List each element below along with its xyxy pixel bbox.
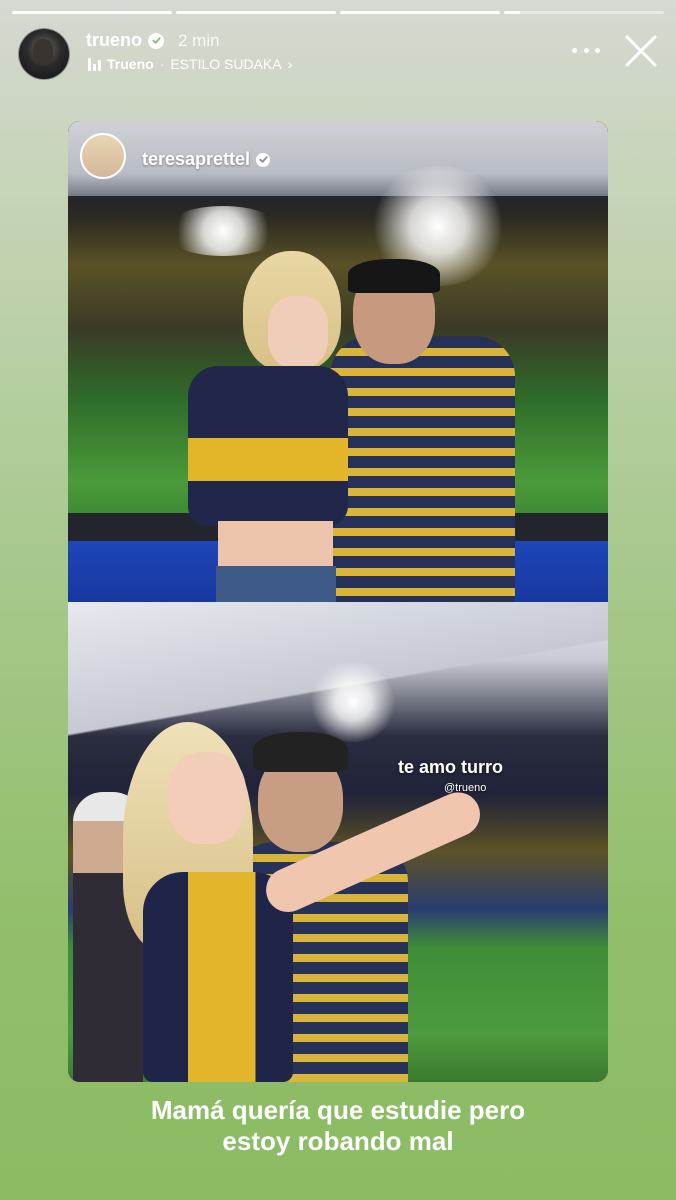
more-options-button[interactable]	[572, 40, 600, 60]
progress-fill	[12, 11, 172, 14]
more-dots-icon	[595, 47, 600, 53]
progress-fill	[340, 11, 500, 14]
story-caption-line: Mamá quería que estudie pero	[150, 1095, 526, 1125]
username-row[interactable]: trueno 2 min	[86, 30, 220, 51]
stadium-photo-top: teresaprettel	[68, 121, 608, 602]
woman-jeans	[216, 566, 336, 602]
mention-sticker[interactable]: @trueno	[444, 782, 486, 794]
progress-fill	[504, 11, 520, 14]
username[interactable]: trueno	[86, 30, 142, 51]
music-bars-icon	[88, 57, 101, 71]
story-progress-bar	[12, 11, 664, 14]
man-cap	[253, 732, 348, 772]
music-song: ESTILO SUDAKA	[170, 56, 282, 72]
progress-segment	[340, 11, 500, 14]
close-icon	[625, 35, 657, 67]
progress-segment	[12, 11, 172, 14]
shared-post-card[interactable]: teresaprettel te amo turro @trueno	[68, 121, 608, 1082]
tag-username[interactable]: teresaprettel	[142, 149, 250, 170]
photo-caption: te amo turro	[398, 757, 504, 777]
verified-badge-icon	[256, 152, 271, 167]
woman-waist	[218, 521, 333, 571]
close-button[interactable]	[624, 34, 658, 68]
man-hair	[348, 259, 440, 293]
music-separator: ·	[159, 56, 165, 72]
woman-face	[168, 752, 246, 844]
stadium-photo-bottom: te amo turro @trueno	[68, 602, 608, 1082]
more-dots-icon	[572, 47, 577, 53]
woman-jersey	[188, 366, 348, 526]
progress-fill	[176, 11, 336, 14]
verified-badge-icon	[148, 32, 164, 49]
original-author-tag[interactable]: teresaprettel	[68, 121, 608, 191]
avatar[interactable]	[18, 28, 70, 80]
story-header: trueno 2 min Trueno · ESTILO SUDAKA ›	[18, 26, 658, 80]
woman-face	[268, 296, 328, 368]
post-time: 2 min	[178, 30, 220, 50]
music-artist: Trueno	[107, 56, 154, 72]
man-shirt	[330, 336, 515, 602]
tag-username-row[interactable]: teresaprettel	[142, 149, 271, 170]
chevron-right-icon: ›	[287, 56, 293, 72]
stadium-light	[308, 662, 398, 742]
story-caption: Mamá quería que estudie pero estoy roban…	[40, 1095, 636, 1157]
story-caption-line: estoy robando mal	[222, 1126, 454, 1156]
music-attribution[interactable]: Trueno · ESTILO SUDAKA ›	[88, 56, 292, 72]
stadium-light	[163, 206, 283, 256]
progress-segment	[176, 11, 336, 14]
more-dots-icon	[583, 47, 589, 53]
tag-avatar[interactable]	[80, 133, 126, 179]
progress-segment	[504, 11, 664, 14]
